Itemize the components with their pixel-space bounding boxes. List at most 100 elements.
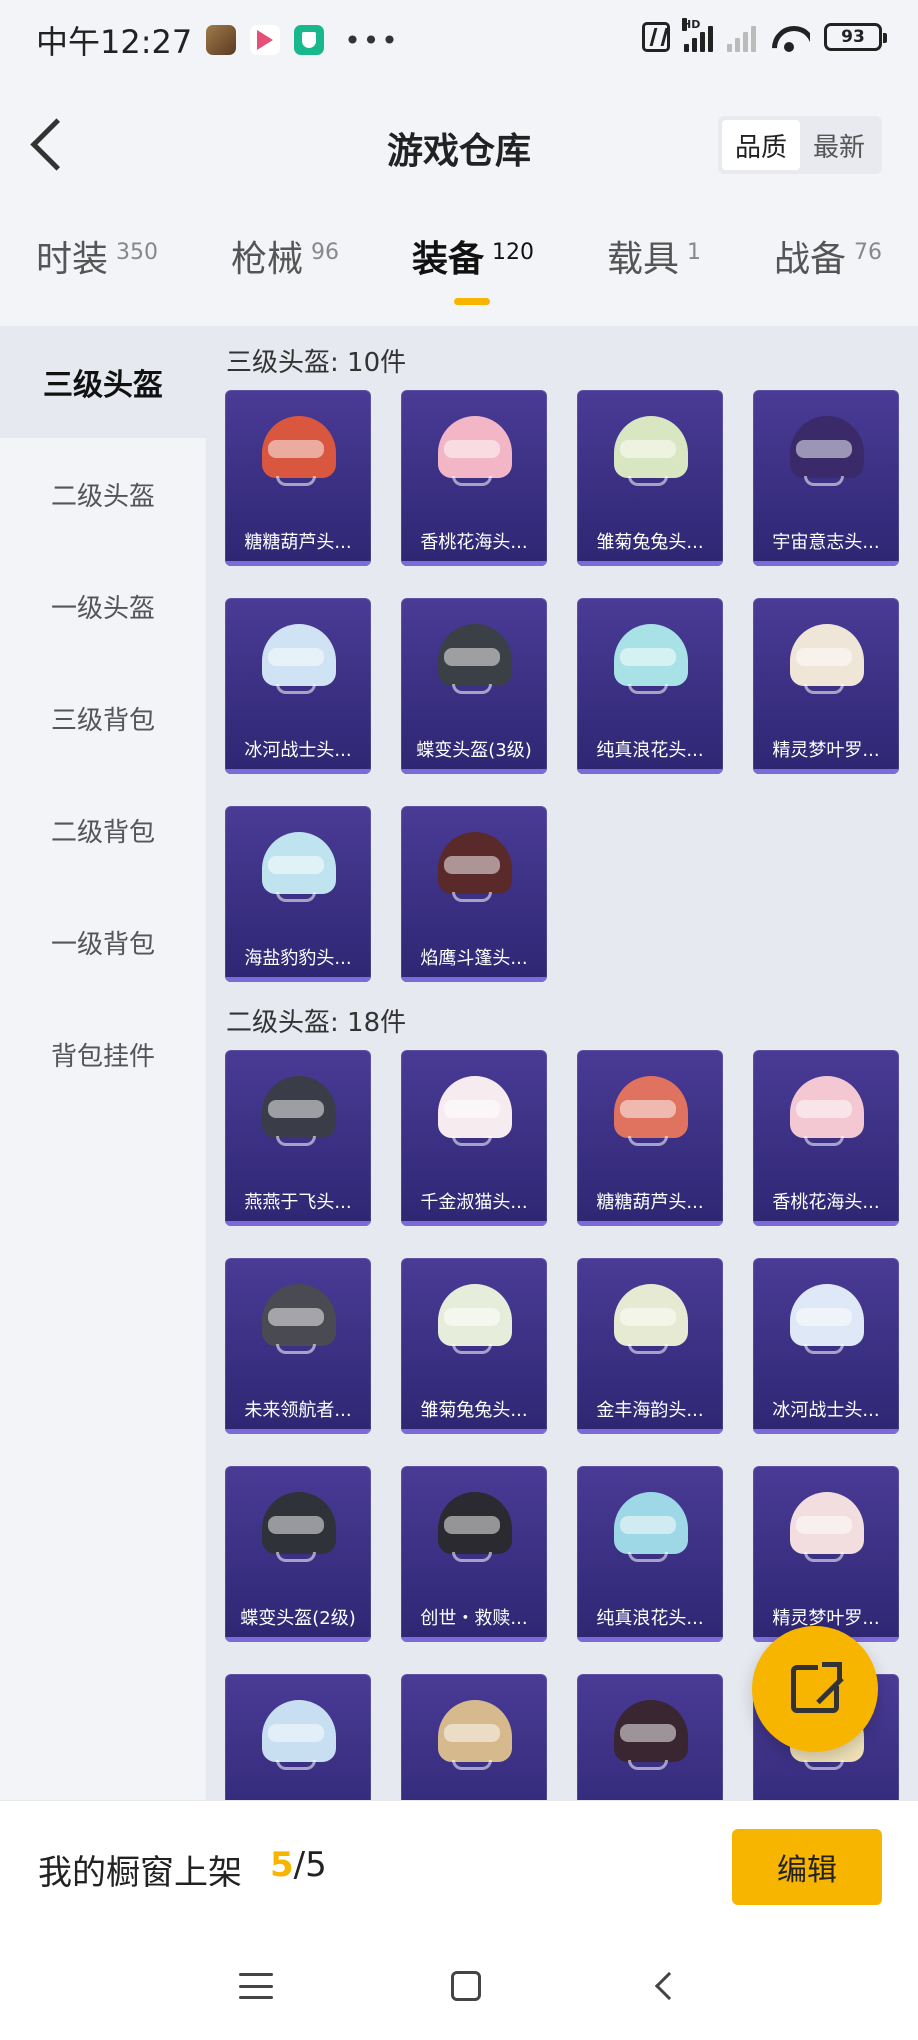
tab-count: 96 [311, 240, 339, 265]
category-tabs: 时装 350 枪械 96 装备 120 载具 1 战备 76 [0, 230, 918, 310]
item-name: 纯真浪花头... [596, 1608, 704, 1629]
helmet-icon [786, 624, 868, 700]
item-name: 宇宙意志头... [772, 532, 880, 553]
item-card[interactable]: 蝶变头盔(3级) [401, 598, 547, 774]
tab-count: 76 [853, 240, 882, 265]
sort-toggle: 品质 最新 [718, 116, 882, 174]
sidebar-item-level2-backpack[interactable]: 二级背包 [0, 774, 206, 886]
sidebar-item-level2-helmet[interactable]: 二级头盔 [0, 438, 206, 550]
helmet-icon [610, 1076, 692, 1152]
item-card[interactable]: 冰河战士头... [225, 598, 371, 774]
showcase-total: 5 [305, 1845, 327, 1885]
hd-label: HD [682, 18, 701, 31]
showcase-label: 我的橱窗上架 [38, 1853, 242, 1893]
tab-label: 时装 [36, 239, 109, 280]
item-card[interactable] [225, 1674, 371, 1800]
tab-count: 350 [116, 240, 159, 265]
helmet-icon [258, 416, 340, 492]
item-name: 糖糖葫芦头... [596, 1192, 704, 1213]
back-icon[interactable] [654, 1971, 684, 2001]
active-tab-indicator [453, 298, 490, 305]
item-card[interactable]: 雏菊兔兔头... [577, 390, 723, 566]
sidebar-item-level3-backpack[interactable]: 三级背包 [0, 662, 206, 774]
helmet-icon [258, 1076, 340, 1152]
status-time: 中午12:27 [36, 23, 193, 61]
sort-quality-button[interactable]: 品质 [722, 120, 800, 170]
helmet-icon [786, 416, 868, 492]
tab-supplies[interactable]: 战备 76 [774, 230, 882, 310]
tab-count: 1 [686, 240, 701, 265]
item-card[interactable]: 香桃花海头... [753, 1050, 899, 1226]
item-name: 冰河战士头... [772, 1400, 880, 1421]
item-card[interactable]: 香桃花海头... [401, 390, 547, 566]
helmet-icon [610, 1492, 692, 1568]
item-card[interactable]: 金丰海韵头... [577, 1258, 723, 1434]
wifi-icon [770, 22, 810, 52]
edit-button[interactable]: 编辑 [732, 1829, 882, 1905]
battery-icon: 93 [824, 23, 887, 51]
item-card[interactable]: 焰鹰斗篷头... [401, 806, 547, 982]
home-icon[interactable] [451, 1971, 481, 2001]
item-card[interactable] [401, 1674, 547, 1800]
tab-label: 枪械 [230, 239, 303, 280]
status-bar: 中午12:27 ••• HD 93 [0, 0, 918, 80]
tab-vehicles[interactable]: 载具 1 [607, 230, 701, 310]
item-card[interactable]: 雏菊兔兔头... [401, 1258, 547, 1434]
helmet-icon [610, 1284, 692, 1360]
helmet-icon [258, 1700, 340, 1776]
helmet-icon [610, 1700, 692, 1776]
signal-icon: HD [682, 18, 713, 52]
item-name: 未来领航者... [244, 1400, 352, 1421]
menu-icon[interactable] [239, 1973, 273, 1999]
item-card[interactable]: 宇宙意志头... [753, 390, 899, 566]
item-card[interactable]: 千金淑猫头... [401, 1050, 547, 1226]
showcase-current: 5 [270, 1845, 294, 1885]
sidebar: 三级头盔 二级头盔 一级头盔 三级背包 二级背包 一级背包 背包挂件 [0, 326, 206, 1800]
tab-guns[interactable]: 枪械 96 [231, 230, 339, 310]
tab-count: 120 [491, 240, 534, 265]
item-card[interactable]: 精灵梦叶罗... [753, 598, 899, 774]
item-card[interactable]: 糖糖葫芦头... [225, 390, 371, 566]
item-card[interactable] [577, 1674, 723, 1800]
section-title: 三级头盔: 10件 [226, 348, 407, 378]
helmet-icon [258, 624, 340, 700]
item-name: 金丰海韵头... [596, 1400, 704, 1421]
tab-equipment[interactable]: 装备 120 [412, 230, 534, 310]
system-indicators: HD 93 [642, 18, 887, 52]
item-name: 千金淑猫头... [420, 1192, 528, 1213]
item-card[interactable]: 燕燕于飞头... [225, 1050, 371, 1226]
helmet-icon [258, 1492, 340, 1568]
showcase-separator: / [293, 1845, 306, 1885]
item-name: 香桃花海头... [772, 1192, 880, 1213]
item-card[interactable]: 未来领航者... [225, 1258, 371, 1434]
sidebar-item-level3-helmet[interactable]: 三级头盔 [0, 326, 206, 438]
helmet-icon [786, 1076, 868, 1152]
sort-newest-button[interactable]: 最新 [800, 120, 878, 170]
helmet-icon [434, 1700, 516, 1776]
share-arrow-icon [822, 1662, 842, 1682]
helmet-icon [434, 1076, 516, 1152]
item-card[interactable]: 蝶变头盔(2级) [225, 1466, 371, 1642]
notification-icons: ••• [206, 24, 400, 57]
sidebar-item-level1-helmet[interactable]: 一级头盔 [0, 550, 206, 662]
item-card[interactable]: 糖糖葫芦头... [577, 1050, 723, 1226]
item-card[interactable]: 海盐豹豹头... [225, 806, 371, 982]
item-name: 蝶变头盔(3级) [416, 740, 532, 761]
item-card[interactable]: 冰河战士头... [753, 1258, 899, 1434]
tab-fashion[interactable]: 时装 350 [36, 230, 158, 310]
item-card[interactable]: 精灵梦叶罗... [753, 1466, 899, 1642]
item-card[interactable]: 纯真浪花头... [577, 598, 723, 774]
share-button[interactable] [752, 1626, 878, 1752]
video-app-icon [250, 25, 281, 55]
security-app-icon [294, 25, 325, 55]
sidebar-item-level1-backpack[interactable]: 一级背包 [0, 886, 206, 998]
item-name: 糖糖葫芦头... [244, 532, 352, 553]
item-name: 香桃花海头... [420, 532, 528, 553]
item-card[interactable]: 创世・救赎... [401, 1466, 547, 1642]
game-app-icon [206, 25, 237, 55]
item-card[interactable]: 纯真浪花头... [577, 1466, 723, 1642]
item-name: 创世・救赎... [420, 1608, 528, 1629]
back-arrow-icon[interactable] [24, 118, 76, 174]
sidebar-item-backpack-charm[interactable]: 背包挂件 [0, 998, 206, 1110]
item-name: 纯真浪花头... [596, 740, 704, 761]
